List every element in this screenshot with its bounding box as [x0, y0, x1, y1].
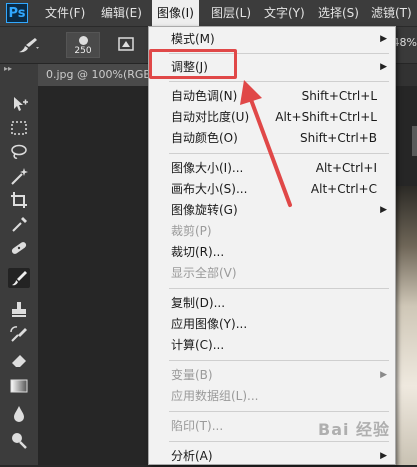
toggle-brush-panel-icon[interactable]	[118, 36, 134, 52]
menu-select[interactable]: 选择(S)	[313, 0, 364, 26]
menu-item-duplicate[interactable]: 复制(D)...	[149, 293, 395, 314]
panel-edge	[412, 126, 417, 156]
lasso-tool-icon[interactable]	[8, 142, 30, 162]
eraser-tool-icon[interactable]	[8, 350, 30, 370]
menu-item-apply-image[interactable]: 应用图像(Y)...	[149, 314, 395, 335]
brush-tip-icon	[79, 36, 88, 45]
menu-file[interactable]: 文件(F)	[40, 0, 90, 26]
menu-item-image-rotation[interactable]: 图像旋转(G) ▶	[149, 200, 395, 221]
annotation-highlight-box	[149, 49, 237, 79]
menu-separator	[169, 360, 389, 361]
menu-separator	[169, 81, 389, 82]
menu-separator	[169, 153, 389, 154]
blur-tool-icon[interactable]	[8, 404, 30, 424]
menu-item-auto-color[interactable]: 自动颜色(O) Shift+Ctrl+B	[149, 128, 395, 149]
menu-edit[interactable]: 编辑(E)	[96, 0, 147, 26]
menu-separator	[169, 411, 389, 412]
menu-item-canvas-size[interactable]: 画布大小(S)... Alt+Ctrl+C	[149, 179, 395, 200]
brush-size-value: 250	[74, 46, 92, 56]
menu-layer[interactable]: 图层(L)	[206, 0, 256, 26]
collapse-arrows-icon[interactable]: ▸▸	[4, 64, 12, 73]
menu-separator	[169, 288, 389, 289]
submenu-arrow-icon: ▶	[380, 62, 387, 72]
image-menu-dropdown: 模式(M) ▶ 调整(J) ▶ 自动色调(N) Shift+Ctrl+L 自动对比度(…	[148, 26, 396, 465]
menu-separator	[169, 441, 389, 442]
gradient-tool-icon[interactable]	[8, 376, 30, 396]
photoshop-logo: Ps	[6, 3, 28, 23]
history-brush-tool-icon[interactable]	[8, 324, 30, 344]
crop-tool-icon[interactable]	[8, 190, 30, 210]
menu-item-mode[interactable]: 模式(M) ▶	[149, 29, 395, 50]
menu-item-auto-contrast[interactable]: 自动对比度(U) Alt+Shift+Ctrl+L	[149, 107, 395, 128]
marquee-tool-icon[interactable]	[8, 118, 30, 138]
menu-type[interactable]: 文字(Y)	[259, 0, 310, 26]
submenu-arrow-icon: ▶	[380, 370, 387, 380]
healing-brush-tool-icon[interactable]	[8, 238, 30, 258]
menu-bar: Ps 文件(F) 编辑(E) 图像(I) 图层(L) 文字(Y) 选择(S) 滤…	[0, 0, 417, 27]
brush-size-picker[interactable]: 250	[66, 32, 100, 58]
dodge-tool-icon[interactable]	[8, 430, 30, 450]
menu-item-calculations[interactable]: 计算(C)...	[149, 335, 395, 356]
menu-filter[interactable]: 滤镜(T)	[366, 0, 417, 26]
menu-item-auto-tone[interactable]: 自动色调(N) Shift+Ctrl+L	[149, 86, 395, 107]
menu-item-analysis[interactable]: 分析(A) ▶	[149, 446, 395, 467]
brush-tool-icon[interactable]	[8, 268, 30, 288]
menu-item-apply-data-set: 应用数据组(L)...	[171, 389, 259, 403]
menu-image[interactable]: 图像(I)	[152, 0, 199, 26]
submenu-arrow-icon: ▶	[380, 205, 387, 215]
move-tool-icon[interactable]	[8, 94, 30, 114]
menu-item-reveal-all: 显示全部(V)	[171, 266, 237, 280]
opacity-value[interactable]: 48%	[393, 36, 417, 49]
menu-item-trim[interactable]: 裁切(R)...	[149, 242, 395, 263]
eyedropper-tool-icon[interactable]	[8, 214, 30, 234]
submenu-arrow-icon: ▶	[380, 451, 387, 461]
menu-item-crop: 裁剪(P)	[171, 224, 212, 238]
brush-preset-icon[interactable]	[16, 35, 42, 55]
clone-stamp-tool-icon[interactable]	[8, 300, 30, 320]
menu-item-image-size[interactable]: 图像大小(I)... Alt+Ctrl+I	[149, 158, 395, 179]
toolbox: ▸▸	[0, 64, 39, 465]
submenu-arrow-icon: ▶	[380, 34, 387, 44]
watermark: Bai 经验	[318, 420, 391, 439]
menu-item-variables: 变量(B) ▶	[149, 365, 395, 386]
magic-wand-tool-icon[interactable]	[8, 166, 30, 186]
